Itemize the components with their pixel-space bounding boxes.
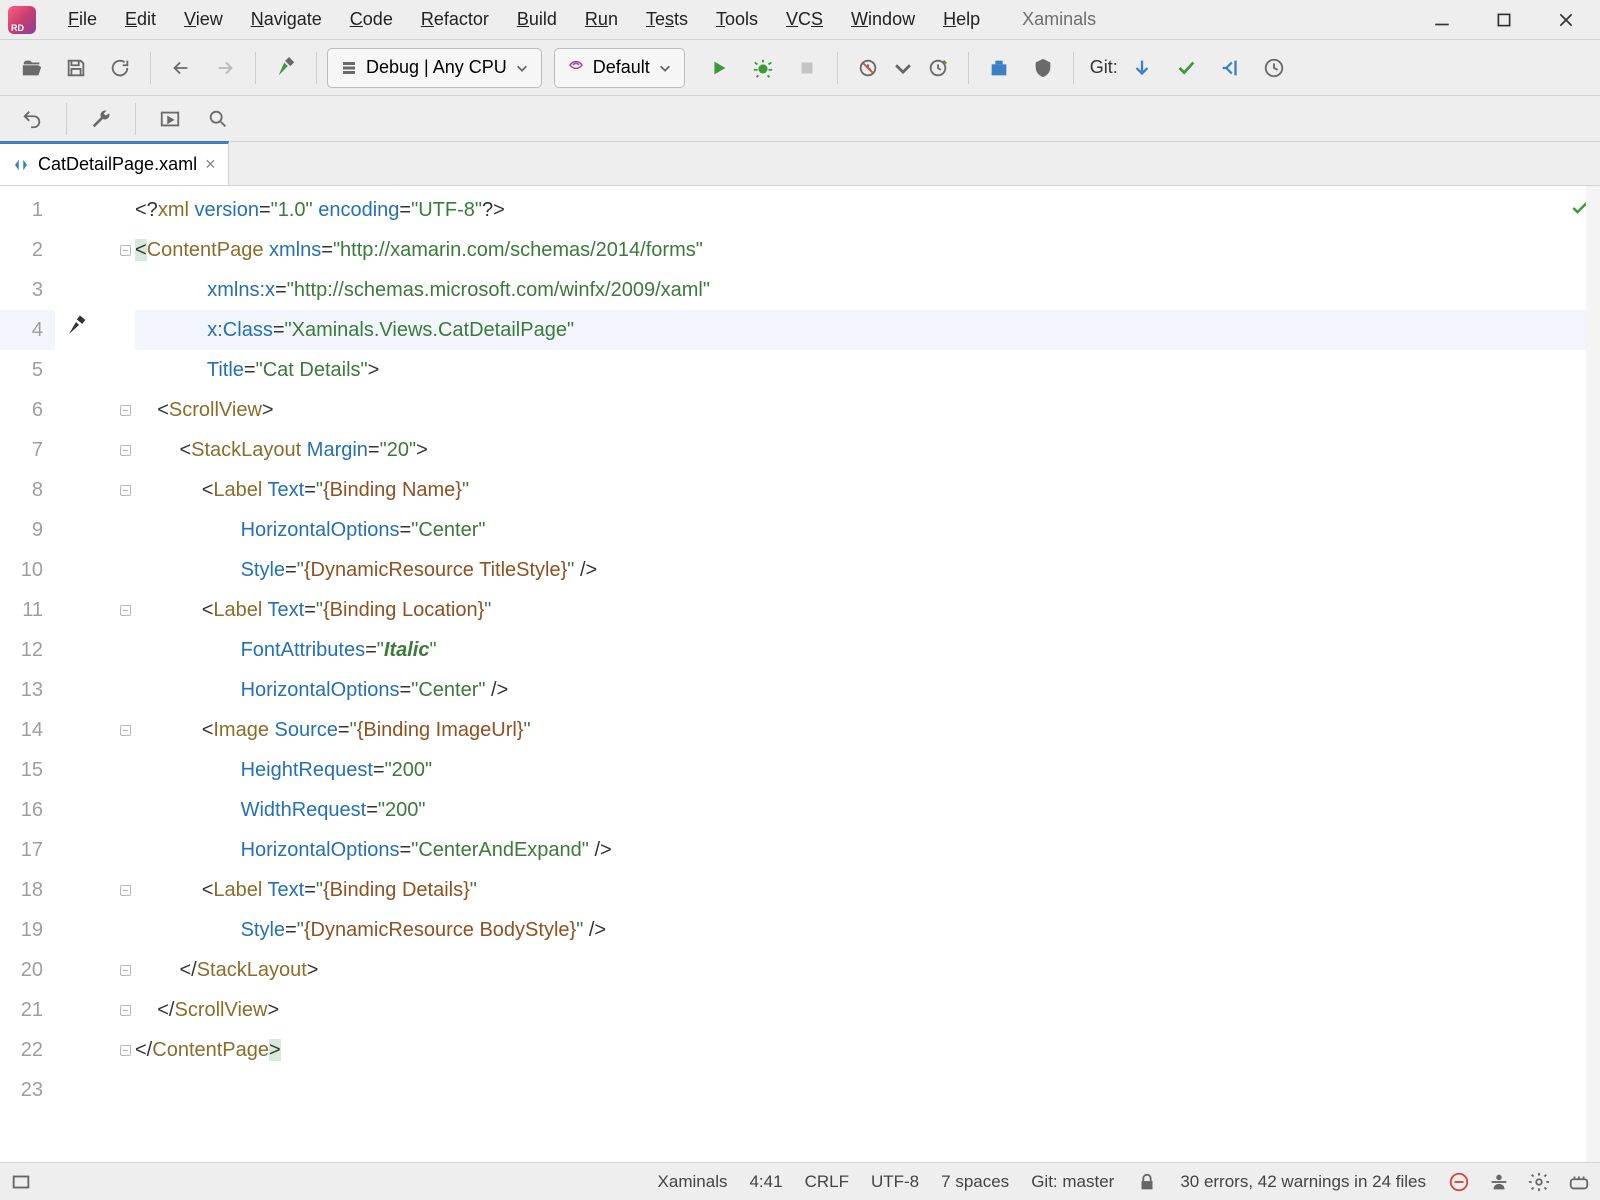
search-icon[interactable] [198,99,238,139]
status-analysis[interactable]: 30 errors, 42 warnings in 24 files [1180,1172,1426,1192]
menu-vcs[interactable]: VCS [772,5,837,34]
status-project[interactable]: Xaminals [658,1172,728,1192]
run-config-dropdown[interactable]: Debug | Any CPU [327,48,542,88]
lock-icon[interactable] [1136,1171,1158,1193]
build-icon[interactable] [266,48,306,88]
forward-icon[interactable] [205,48,245,88]
undo-icon[interactable] [12,99,52,139]
status-branch[interactable]: Git: master [1031,1172,1114,1192]
chevron-down-icon[interactable] [892,48,914,88]
menu-tools[interactable]: Tools [702,5,772,34]
status-bar: Xaminals 4:41 CRLF UTF-8 7 spaces Git: m… [0,1162,1600,1200]
editor-tab[interactable]: CatDetailPage.xaml × [0,141,229,185]
scrollbar[interactable] [1586,186,1600,1162]
minimize-button[interactable] [1430,8,1454,32]
chevron-down-icon [515,61,529,75]
stop-icon[interactable] [787,48,827,88]
menu-edit[interactable]: Edit [111,5,170,34]
error-icon[interactable] [1448,1171,1470,1193]
app-icon [8,6,36,34]
status-indent[interactable]: 7 spaces [941,1172,1009,1192]
profiler-icon[interactable] [848,48,888,88]
target-dropdown[interactable]: Default [554,48,685,88]
processes-icon[interactable] [1528,1171,1550,1193]
solution-name: Xaminals [1022,9,1096,30]
wrench-icon[interactable] [81,99,121,139]
main-toolbar: Debug | Any CPU Default Git: [0,40,1600,96]
run-context-icon[interactable] [150,99,190,139]
fold-column[interactable] [115,186,135,1162]
git-pull-icon[interactable] [1122,48,1162,88]
settings-icon[interactable] [1023,48,1063,88]
menu-file[interactable]: File [54,5,111,34]
git-push-icon[interactable] [1210,48,1250,88]
title-bar: File Edit View Navigate Code Refactor Bu… [0,0,1600,40]
run-icon[interactable] [699,48,739,88]
code-editor[interactable]: 1234567891011121314151617181920212223 <?… [0,186,1600,1162]
git-commit-icon[interactable] [1166,48,1206,88]
line-gutter: 1234567891011121314151617181920212223 [0,186,55,1162]
memory-icon[interactable] [1568,1171,1590,1193]
status-encoding[interactable]: UTF-8 [871,1172,919,1192]
debug-icon[interactable] [743,48,783,88]
icon-margin [55,186,115,1162]
code-content[interactable]: <?xml version="1.0" encoding="UTF-8"?><C… [135,186,1600,1162]
refresh-icon[interactable] [100,48,140,88]
git-history-icon[interactable] [1254,48,1294,88]
status-line-ending[interactable]: CRLF [805,1172,849,1192]
close-button[interactable] [1554,8,1578,32]
menu-navigate[interactable]: Navigate [237,5,336,34]
back-icon[interactable] [161,48,201,88]
menu-run[interactable]: Run [571,5,632,34]
tab-strip: CatDetailPage.xaml × [0,142,1600,186]
hammer-icon [65,314,89,338]
menu-view[interactable]: View [170,5,237,34]
menu-refactor[interactable]: Refactor [407,5,503,34]
xaml-file-icon [12,156,30,174]
inspector-icon[interactable] [1488,1171,1510,1193]
maximize-button[interactable] [1492,8,1516,32]
save-icon[interactable] [56,48,96,88]
run-config-label: Debug | Any CPU [366,57,507,78]
menu-help[interactable]: Help [929,5,994,34]
status-cursor[interactable]: 4:41 [749,1172,782,1192]
tool-window-icon[interactable] [10,1171,32,1193]
nuget-icon[interactable] [979,48,1019,88]
menu-code[interactable]: Code [336,5,407,34]
attach-icon[interactable] [918,48,958,88]
close-tab-icon[interactable]: × [205,154,216,175]
chevron-down-icon [658,61,672,75]
menu-tests[interactable]: Tests [632,5,702,34]
git-label: Git: [1090,57,1118,78]
menu-build[interactable]: Build [503,5,571,34]
target-label: Default [593,57,650,78]
menu-window[interactable]: Window [837,5,929,34]
tab-filename: CatDetailPage.xaml [38,154,197,175]
open-icon[interactable] [12,48,52,88]
sub-toolbar [0,96,1600,142]
